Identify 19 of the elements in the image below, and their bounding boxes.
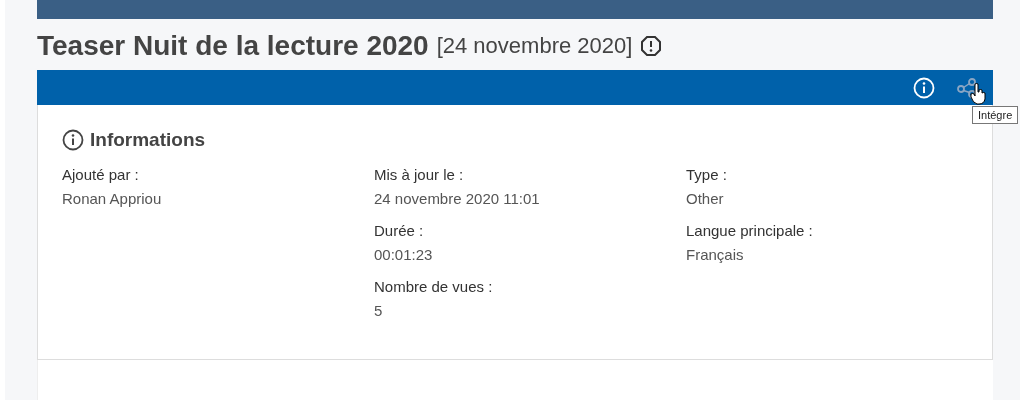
field-value: Français bbox=[686, 245, 745, 265]
field-value: Ronan Appriou bbox=[62, 189, 163, 209]
info-icon bbox=[62, 129, 84, 151]
field-label: Ajouté par : bbox=[62, 165, 140, 185]
page-title: Teaser Nuit de la lecture 2020 bbox=[37, 30, 429, 62]
field-value: 24 novembre 2020 11:01 bbox=[374, 189, 541, 209]
field-value: 00:01:23 bbox=[374, 245, 434, 265]
field-value: Other bbox=[686, 189, 725, 209]
section-heading: Informations bbox=[90, 129, 206, 151]
field-label: Mis à jour le : bbox=[374, 165, 465, 185]
field-value: 5 bbox=[374, 301, 384, 321]
alert-icon bbox=[640, 35, 663, 57]
field-label: Type : bbox=[686, 165, 728, 185]
tooltip: Intégre bbox=[972, 106, 1019, 124]
info-icon[interactable] bbox=[913, 76, 935, 99]
field-label: Nombre de vues : bbox=[374, 277, 494, 297]
field-label: Langue principale : bbox=[686, 221, 814, 241]
field-label: Durée : bbox=[374, 221, 425, 241]
date-text: [24 novembre 2020] bbox=[436, 33, 633, 59]
